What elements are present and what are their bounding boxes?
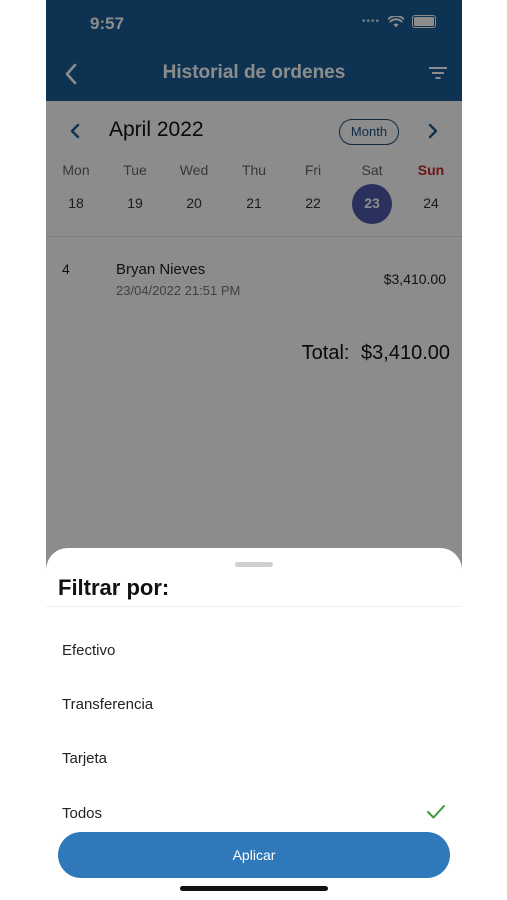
sheet-drag-handle[interactable] bbox=[235, 562, 273, 567]
filter-option-label: Todos bbox=[62, 805, 103, 822]
filter-bottom-sheet: Filtrar por: Efectivo Transferencia Tarj… bbox=[46, 548, 462, 900]
sheet-title: Filtrar por: bbox=[58, 575, 170, 600]
filter-option-label: Tarjeta bbox=[62, 750, 108, 767]
filter-option-efectivo[interactable]: Efectivo bbox=[46, 628, 462, 674]
filter-option-label: Efectivo bbox=[62, 642, 116, 659]
phone-screen: 9:57 •••• Historial de ordenes April 202… bbox=[46, 0, 462, 900]
filter-option-todos[interactable]: Todos bbox=[46, 791, 462, 837]
home-indicator bbox=[180, 886, 328, 891]
apply-button[interactable]: Aplicar bbox=[58, 832, 450, 878]
divider bbox=[46, 606, 462, 607]
checkmark-icon bbox=[427, 805, 445, 819]
filter-option-tarjeta[interactable]: Tarjeta bbox=[46, 736, 462, 782]
filter-option-transferencia[interactable]: Transferencia bbox=[46, 682, 462, 728]
filter-option-label: Transferencia bbox=[62, 696, 154, 713]
